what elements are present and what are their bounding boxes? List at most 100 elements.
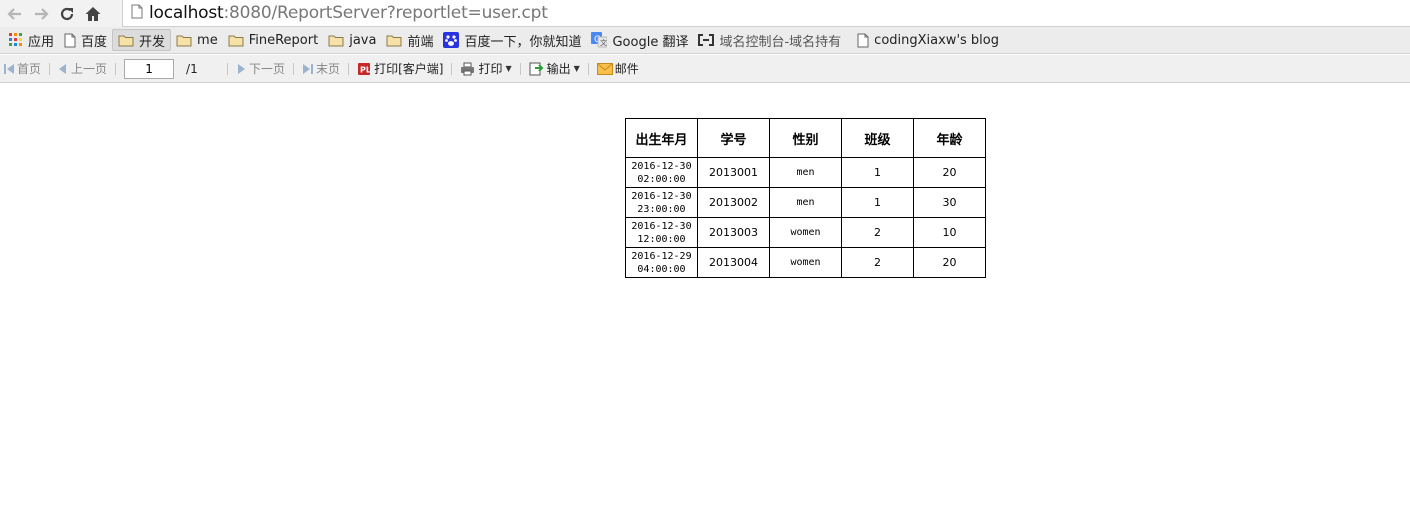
report-toolbar: 首页 上一页 /1 下一页 末页 PL 打印[客户端] 打印 ▼ 输出 ▼ 邮件 <box>0 55 1410 83</box>
bookmark-label: 百度一下，你就知道 <box>464 34 582 50</box>
column-header-age: 年龄 <box>913 118 986 158</box>
birth-date: 2016-12-29 <box>631 250 692 262</box>
folder-icon <box>118 34 134 47</box>
column-header-id: 学号 <box>697 118 770 158</box>
first-page-label: 首页 <box>17 62 42 76</box>
toolbar-divider <box>587 62 589 75</box>
forward-button[interactable] <box>30 3 52 25</box>
page-icon <box>131 4 143 23</box>
column-header-gender: 性别 <box>769 118 842 158</box>
url-host: localhost <box>149 3 224 23</box>
export-label: 输出 <box>546 62 571 76</box>
browser-address-bar: localhost:8080/ReportServer?reportlet=us… <box>0 0 1410 27</box>
page-icon <box>857 33 869 48</box>
birth-time: 04:00:00 <box>637 263 686 275</box>
first-page-icon <box>4 63 14 74</box>
print-label: 打印 <box>478 62 503 76</box>
bookmark-folder-dev[interactable]: 开发 <box>112 29 172 51</box>
birth-date: 2016-12-30 <box>631 220 692 232</box>
url-path: :8080/ReportServer?reportlet=user.cpt <box>223 3 548 23</box>
last-page-button[interactable]: 末页 <box>299 59 343 79</box>
last-page-icon <box>303 63 314 74</box>
age-cell: 20 <box>913 157 986 188</box>
home-button[interactable] <box>82 3 104 25</box>
svg-text:文: 文 <box>600 38 607 47</box>
bookmark-domain-console[interactable]: 域名控制台-域名持有 <box>693 29 846 51</box>
toolbar-divider <box>293 62 295 75</box>
toolbar-divider <box>348 62 350 75</box>
folder-icon <box>328 34 344 47</box>
class-cell: 1 <box>841 157 914 188</box>
page-total: /1 <box>186 61 198 76</box>
class-cell: 2 <box>841 217 914 248</box>
bookmark-apps[interactable]: 应用 <box>4 29 59 51</box>
class-cell: 1 <box>841 187 914 218</box>
bookmark-label: 应用 <box>28 34 55 50</box>
birth-time: 02:00:00 <box>637 173 686 185</box>
baidu-paw-icon <box>443 32 460 48</box>
gender-cell: men <box>769 187 842 218</box>
mail-label: 邮件 <box>614 62 639 76</box>
birth-time: 23:00:00 <box>637 203 686 215</box>
page-number-input[interactable] <box>124 58 175 79</box>
toolbar-divider <box>49 62 51 75</box>
bookmark-folder-frontend[interactable]: 前端 <box>381 29 438 51</box>
folder-icon <box>176 34 192 47</box>
print-client-label: 打印[客户端] <box>374 62 444 76</box>
age-cell: 10 <box>913 217 986 248</box>
back-button[interactable] <box>4 3 26 25</box>
bookmark-baidu[interactable]: 百度 <box>59 29 112 51</box>
report-table: 出生年月 学号 性别 班级 年龄 2016-12-30 02:00:00 2013… <box>625 118 986 278</box>
gender-cell: women <box>769 217 842 248</box>
bookmark-coding-blog[interactable]: codingXiaxw's blog <box>852 29 1004 51</box>
bookmark-folder-java[interactable]: java <box>323 29 381 51</box>
gender-cell: women <box>769 247 842 278</box>
back-arrow-icon <box>7 7 21 20</box>
table-header-row: 出生年月 学号 性别 班级 年龄 <box>625 118 986 158</box>
home-icon <box>85 6 101 21</box>
last-page-label: 末页 <box>316 62 341 76</box>
chevron-down-icon: ▼ <box>573 64 580 73</box>
birth-cell: 2016-12-30 12:00:00 <box>625 217 698 248</box>
next-page-button[interactable]: 下一页 <box>233 59 288 79</box>
chevron-down-icon: ▼ <box>505 64 512 73</box>
mail-button[interactable]: 邮件 <box>594 59 642 79</box>
toolbar-divider <box>227 62 229 75</box>
print-button[interactable]: 打印 ▼ <box>457 59 514 79</box>
google-translate-icon: G文 <box>591 32 608 48</box>
id-cell: 2013003 <box>697 217 770 248</box>
bookmark-folder-me[interactable]: me <box>171 29 223 51</box>
id-cell: 2013001 <box>697 157 770 188</box>
id-cell: 2013004 <box>697 247 770 278</box>
class-cell: 2 <box>841 247 914 278</box>
age-cell: 30 <box>913 187 986 218</box>
printer-icon <box>461 62 475 75</box>
url-field[interactable]: localhost:8080/ReportServer?reportlet=us… <box>122 0 1410 27</box>
page-icon <box>64 33 76 48</box>
folder-icon <box>386 34 402 47</box>
next-page-label: 下一页 <box>249 62 286 76</box>
bookmark-label: java <box>349 32 377 48</box>
toolbar-divider <box>451 62 453 75</box>
reload-button[interactable] <box>56 3 78 25</box>
export-button[interactable]: 输出 ▼ <box>526 59 583 79</box>
bookmark-baidu-search[interactable]: 百度一下，你就知道 <box>438 29 586 51</box>
apps-grid-icon <box>9 33 23 47</box>
bookmark-folder-finereport[interactable]: FineReport <box>223 29 323 51</box>
toolbar-divider <box>519 62 521 75</box>
print-client-button[interactable]: PL 打印[客户端] <box>354 59 446 79</box>
reload-icon <box>60 7 74 20</box>
bookmark-google-translate[interactable]: G文 Google 翻译 <box>586 29 693 51</box>
birth-cell: 2016-12-30 02:00:00 <box>625 157 698 188</box>
table-row: 2016-12-29 04:00:00 2013004 women 2 20 <box>625 247 986 278</box>
first-page-button[interactable]: 首页 <box>0 59 44 79</box>
table-row: 2016-12-30 02:00:00 2013001 men 1 20 <box>625 157 986 188</box>
prev-page-icon <box>59 63 67 74</box>
bookmark-label: 前端 <box>407 34 434 50</box>
bookmark-label: FineReport <box>248 32 319 48</box>
gender-cell: men <box>769 157 842 188</box>
bookmark-label: 域名控制台-域名持有 <box>719 34 842 50</box>
prev-page-button[interactable]: 上一页 <box>55 59 110 79</box>
prev-page-label: 上一页 <box>71 62 108 76</box>
birth-date: 2016-12-30 <box>631 190 692 202</box>
